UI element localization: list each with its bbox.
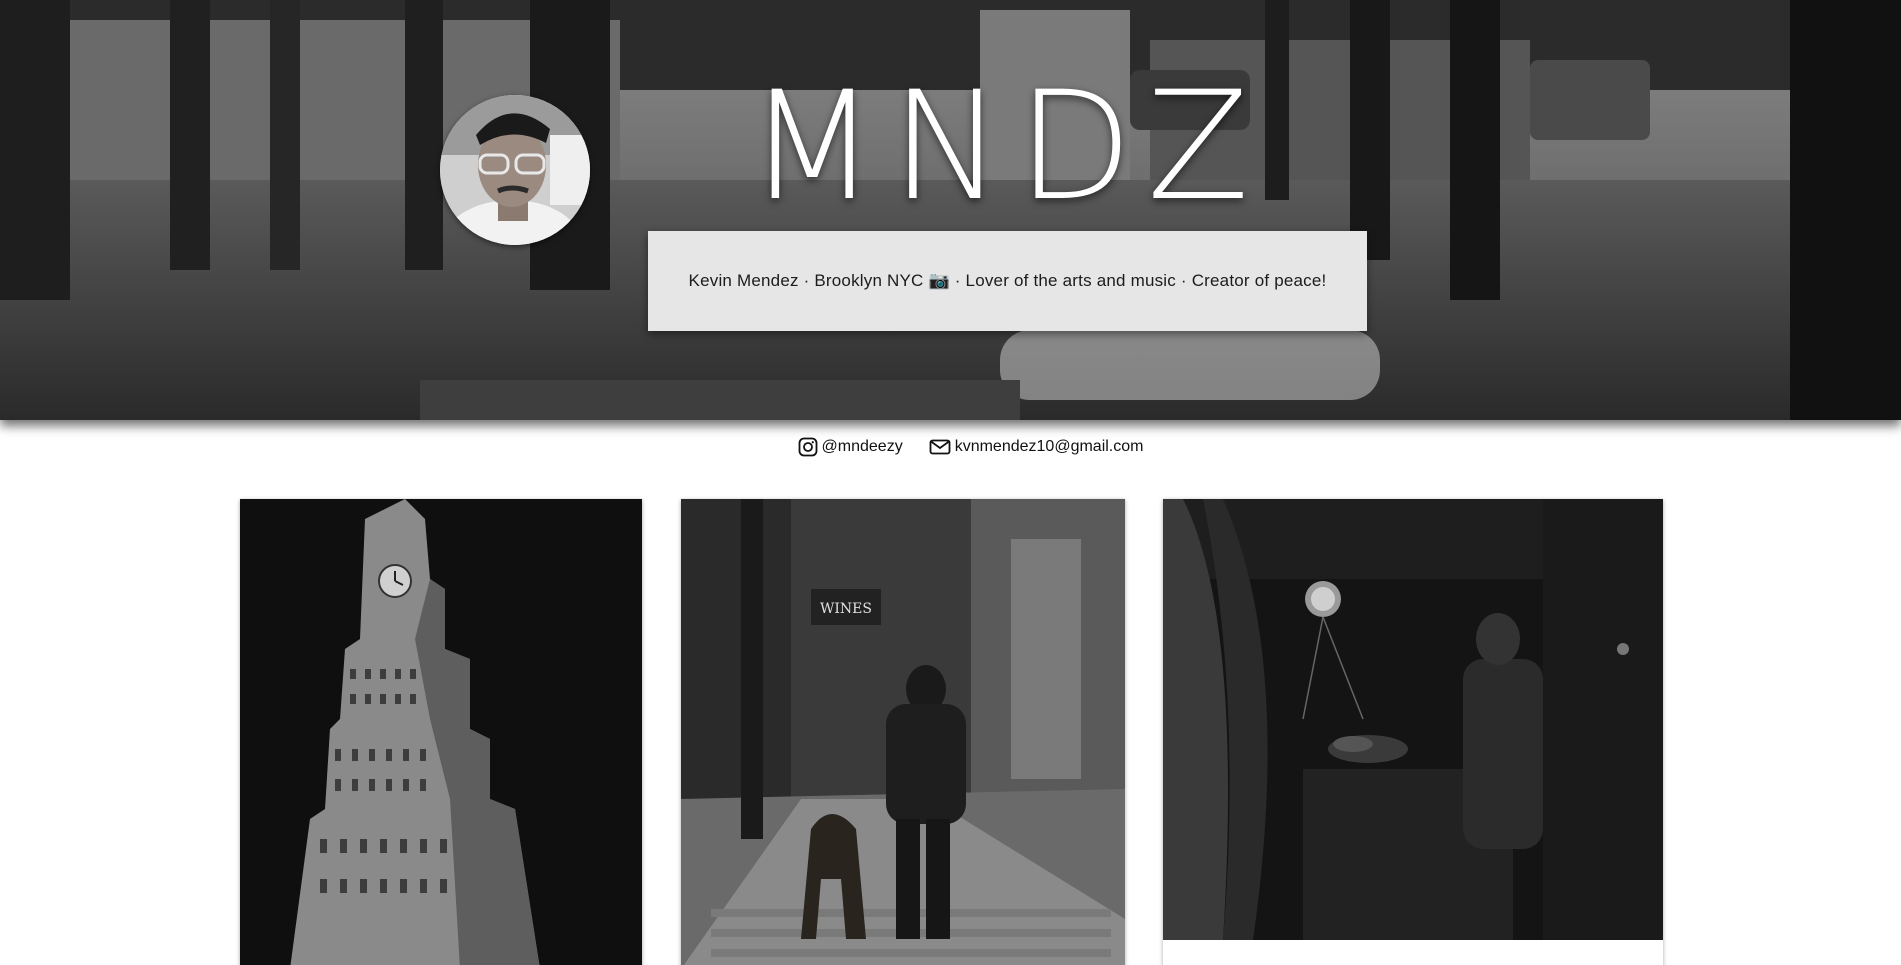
email-link[interactable]: kvnmendez10@gmail.com xyxy=(929,434,1144,460)
clock-tower-image xyxy=(240,499,642,965)
instagram-icon xyxy=(798,437,817,457)
gallery-photo-street-vendor[interactable] xyxy=(1163,499,1663,965)
bio-text: Kevin Mendez · Brooklyn NYC 📷 · Lover of… xyxy=(688,271,1327,290)
street-walk-image: WINES xyxy=(681,499,1125,965)
email-address: kvnmendez10@gmail.com xyxy=(954,438,1144,455)
hero-banner: MNDZ Kevin Mendez · Brooklyn NYC 📷 · Lov… xyxy=(0,0,1901,420)
site-brand-title: MNDZ xyxy=(747,60,1264,234)
street-vendor-image xyxy=(1163,499,1663,940)
gallery-photo-clock-tower[interactable] xyxy=(240,499,642,965)
bio-box: Kevin Mendez · Brooklyn NYC 📷 · Lover of… xyxy=(648,231,1367,331)
street-vendor-photo xyxy=(1163,499,1663,940)
instagram-link[interactable]: @mndeezy xyxy=(798,434,903,460)
svg-text:WINES: WINES xyxy=(820,601,872,617)
contact-links: @mndeezy kvnmendez10@gmail.com xyxy=(0,434,1901,460)
instagram-handle: @mndeezy xyxy=(821,438,903,455)
mail-icon xyxy=(929,439,951,455)
gallery-photo-street-walk[interactable]: WINES xyxy=(681,499,1125,965)
